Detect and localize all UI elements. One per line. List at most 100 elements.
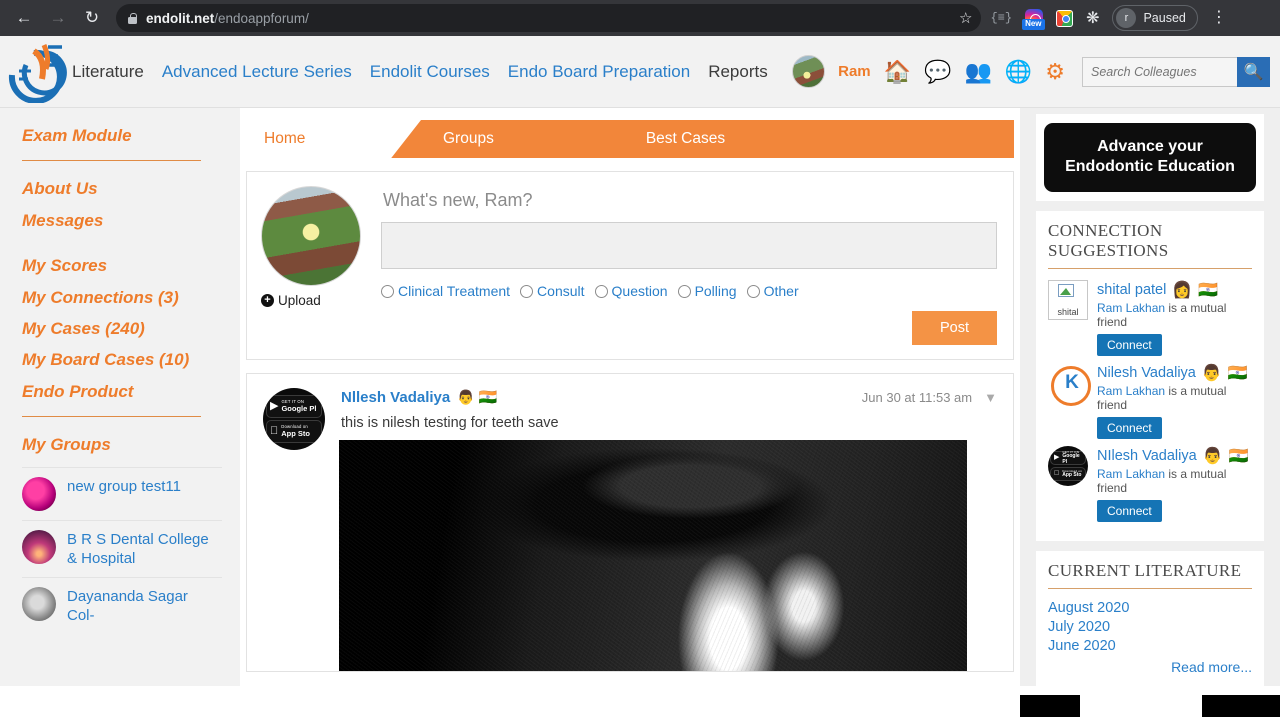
reload-icon[interactable]: ↻ [78, 4, 106, 32]
literature-link[interactable]: June 2020 [1048, 638, 1252, 654]
back-arrow-icon[interactable]: ← [10, 4, 38, 32]
composer-prompt: What's new, Ram? [383, 190, 533, 210]
radio-clinical-treatment[interactable]: Clinical Treatment [381, 283, 510, 299]
sidebar-divider-1 [22, 160, 201, 162]
upload-button[interactable]: + Upload [261, 293, 379, 308]
search-input[interactable] [1082, 56, 1237, 87]
read-more-link[interactable]: Read more... [1048, 659, 1252, 675]
google-play-badge: ▶ GET IT ON Google Pl [1050, 450, 1086, 465]
mutual-friend-link[interactable]: Ram Lakhan [1097, 384, 1165, 398]
k-letter: K [1065, 371, 1079, 393]
banner-segment-left [1020, 694, 1080, 717]
image-alt-text: shital [1057, 306, 1079, 317]
feed-column: Home Groups Best Cases + Upload What's n… [240, 108, 1020, 686]
connect-button[interactable]: Connect [1097, 416, 1162, 439]
suggestion-body: shital patel 👩 🇮🇳 Ram Lakhan is a mutual… [1097, 280, 1252, 356]
advertisement-card[interactable]: Advance your Endodontic Education [1036, 114, 1264, 201]
radio-consult[interactable]: Consult [520, 283, 585, 299]
sidebar-item-my-scores[interactable]: My Scores [22, 256, 240, 276]
kebab-menu-icon[interactable]: ⋮ [1211, 10, 1227, 25]
globe-icon[interactable]: 🌐 [1005, 60, 1032, 83]
radio-question[interactable]: Question [594, 283, 668, 299]
user-name-label[interactable]: Ram [838, 63, 871, 80]
bookmark-star-icon[interactable]: ☆ [959, 9, 972, 27]
sidebar-item-my-cases[interactable]: My Cases (240) [22, 319, 240, 339]
url-path: /endoappforum/ [214, 10, 309, 26]
sidebar-item-about-us[interactable]: About Us [22, 179, 240, 199]
composer-textarea[interactable] [381, 222, 997, 269]
group-link[interactable]: new group test11 [67, 477, 181, 496]
left-sidebar: Exam Module About Us Messages My Scores … [0, 108, 240, 686]
person-icon: 👨 [457, 388, 475, 405]
home-icon[interactable]: 🏠 [884, 60, 911, 83]
gear-icon[interactable]: ⚙ [1045, 60, 1065, 83]
sidebar-item-my-board-cases[interactable]: My Board Cases (10) [22, 350, 240, 370]
list-item[interactable]: new group test11 [22, 466, 222, 520]
group-link[interactable]: Dayananda Sagar Col- [67, 587, 210, 625]
suggestion-name-link[interactable]: shital patel [1097, 282, 1166, 298]
india-flag-icon: 🇮🇳 [478, 389, 498, 406]
upload-label: Upload [278, 293, 321, 308]
sidebar-item-messages[interactable]: Messages [22, 211, 240, 231]
chevron-down-icon[interactable]: ▼ [984, 390, 997, 405]
literature-link[interactable]: July 2020 [1048, 619, 1252, 635]
brackets-extension-icon[interactable]: {≡} [990, 11, 1012, 25]
right-sidebar: Advance your Endodontic Education CONNEC… [1020, 108, 1280, 717]
sidebar-item-endo-product[interactable]: Endo Product [22, 382, 240, 402]
sidebar-my-groups-title[interactable]: My Groups [22, 435, 240, 455]
nav-literature[interactable]: Literature [72, 62, 144, 82]
connect-button[interactable]: Connect [1097, 333, 1162, 356]
endolit-logo[interactable] [4, 41, 82, 103]
mutual-friend-link[interactable]: Ram Lakhan [1097, 301, 1165, 315]
k-logo-icon: K [1048, 362, 1091, 406]
list-item[interactable]: Dayananda Sagar Col- [22, 576, 222, 634]
forward-arrow-icon[interactable]: → [44, 4, 72, 32]
mutual-friend-link[interactable]: Ram Lakhan [1097, 467, 1165, 481]
tab-home[interactable]: Home [246, 120, 421, 158]
nav-advanced-lecture-series[interactable]: Advanced Lecture Series [162, 62, 352, 82]
radio-polling[interactable]: Polling [677, 283, 737, 299]
tab-best-cases[interactable]: Best Cases [646, 120, 725, 158]
post-author-row: Nllesh Vadaliya 👨 🇮🇳 Jun 30 at 11:53 am … [341, 388, 997, 407]
chat-icon[interactable]: 💬 [924, 60, 951, 83]
bottom-banner[interactable] [1020, 694, 1280, 717]
instagram-extension-icon[interactable]: New [1022, 9, 1045, 30]
group-link[interactable]: B R S Dental College & Hospital [67, 530, 210, 568]
post-author-link[interactable]: Nllesh Vadaliya [341, 389, 450, 406]
xray-noise-overlay [339, 440, 967, 671]
connect-button[interactable]: Connect [1097, 499, 1162, 522]
tab-groups[interactable]: Groups [443, 120, 494, 158]
post-author-avatar[interactable]: ▶ GET IT ONGoogle Pl  Download onApp St… [263, 388, 325, 450]
suggestion-name-row: shital patel 👩 🇮🇳 [1097, 280, 1252, 300]
post-type-radios: Clinical Treatment Consult Question Poll… [381, 283, 997, 299]
ad-line-1: Advance your [1097, 138, 1203, 155]
user-avatar[interactable] [792, 55, 826, 88]
search-button[interactable]: 🔍 [1237, 56, 1270, 87]
literature-link[interactable]: August 2020 [1048, 600, 1252, 616]
suggestion-name-link[interactable]: NIlesh Vadaliya [1097, 448, 1197, 464]
composer-avatar[interactable] [261, 186, 361, 286]
composer-left: + Upload [261, 186, 379, 345]
friends-icon[interactable]: 👥 [964, 60, 991, 83]
nav-endo-board-preparation[interactable]: Endo Board Preparation [508, 62, 690, 82]
sidebar-item-my-connections[interactable]: My Connections (3) [22, 288, 240, 308]
post-image[interactable] [339, 440, 967, 671]
list-item[interactable]: B R S Dental College & Hospital [22, 519, 222, 577]
suggestion-name-link[interactable]: Nilesh Vadaliya [1097, 365, 1196, 381]
suggestion-name-row: Nilesh Vadaliya 👨 🇮🇳 [1097, 363, 1252, 383]
mutual-friend-text: Ram Lakhan is a mutual friend [1097, 384, 1252, 412]
sidebar-item-exam-module[interactable]: Exam Module [22, 126, 240, 146]
group-avatar [22, 586, 56, 621]
address-bar[interactable]: endolit.net/endoappforum/ [116, 4, 981, 32]
profile-pill[interactable]: r Paused [1112, 5, 1198, 31]
post-button[interactable]: Post [911, 311, 997, 345]
puzzle-extensions-icon[interactable]: ❋ [1086, 8, 1099, 28]
feed-tabs: Home Groups Best Cases [246, 120, 1014, 158]
india-flag-icon: 🇮🇳 [1198, 281, 1219, 299]
nav-endolit-courses[interactable]: Endolit Courses [370, 62, 490, 82]
radio-other[interactable]: Other [746, 283, 799, 299]
current-literature-panel: CURRENT LITERATURE August 2020 July 2020… [1036, 550, 1264, 687]
nav-reports[interactable]: Reports [708, 62, 768, 82]
chrome-extension-icon[interactable] [1056, 9, 1074, 27]
banner-segment-mid [1080, 694, 1202, 717]
